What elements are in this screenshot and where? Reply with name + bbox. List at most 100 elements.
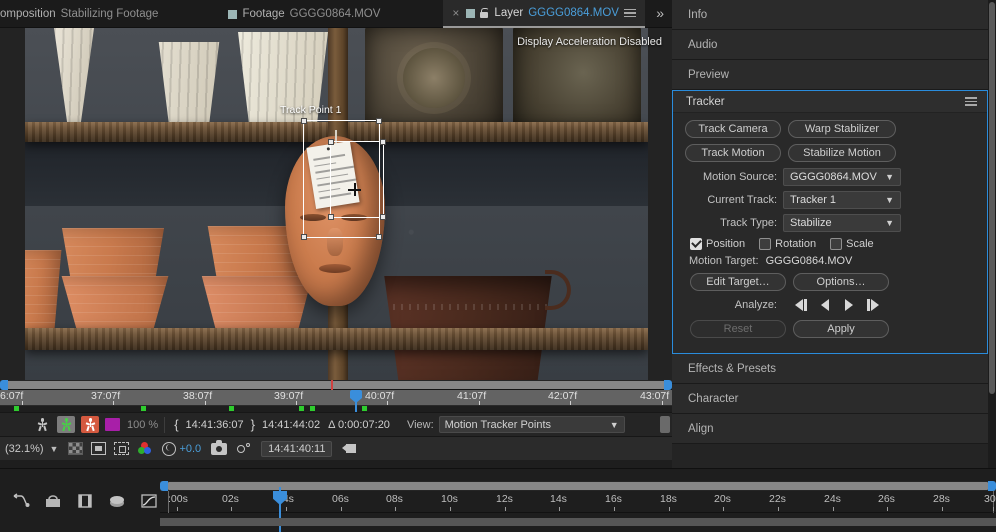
chevron-down-icon[interactable]: ▼ — [50, 444, 59, 454]
overflow-chevron-icon[interactable]: » — [656, 6, 664, 20]
rotation-checkbox[interactable] — [759, 238, 772, 250]
track-type-dropdown[interactable]: Stabilize ▼ — [783, 214, 901, 232]
transparency-grid-icon[interactable] — [68, 442, 84, 455]
ruler-tick-label: 41:07f — [457, 390, 487, 402]
panel-character[interactable]: Character — [672, 384, 988, 414]
roi-icon[interactable] — [114, 442, 130, 455]
viewer-tab-bar: omposition Stabilizing Footage Footage G… — [0, 0, 672, 28]
walk-draft-icon[interactable] — [33, 416, 51, 433]
panel-menu-icon[interactable] — [965, 95, 977, 108]
scale-checkbox[interactable] — [830, 238, 843, 250]
tracker-button-row-1: Track Camera Warp Stabilizer — [685, 120, 977, 138]
reset-button[interactable]: Reset — [690, 320, 786, 338]
tab-layer[interactable]: × Layer GGGG0864.MOV — [443, 0, 645, 28]
graph-editor-icon[interactable] — [140, 492, 158, 510]
chevron-down-icon: ▼ — [885, 218, 894, 228]
mask-icon[interactable] — [44, 492, 62, 510]
channel-rgb-icon[interactable] — [138, 442, 153, 455]
motion-source-label: Motion Source: — [703, 171, 777, 183]
track-attach-point-icon[interactable] — [348, 183, 361, 196]
right-panel-scrollbar-thumb[interactable] — [989, 2, 995, 394]
edit-target-button[interactable]: Edit Target… — [690, 273, 786, 291]
lock-icon[interactable] — [480, 7, 490, 19]
panel-audio-label: Audio — [688, 38, 718, 51]
exposure-value[interactable]: +0.0 — [179, 443, 201, 455]
keyframe-marker[interactable] — [229, 406, 234, 411]
timeline-bottom-scrollbar-thumb[interactable] — [160, 518, 996, 526]
panel-menu-icon[interactable] — [623, 6, 636, 19]
tab-composition[interactable]: omposition Stabilizing Footage — [0, 0, 167, 28]
close-icon[interactable]: × — [452, 7, 459, 19]
walk-adaptive-icon[interactable] — [57, 416, 75, 433]
walk-fast-icon[interactable] — [81, 416, 99, 433]
in-brace-icon[interactable]: { — [171, 417, 181, 432]
current-time-field[interactable]: 14:41:40:11 — [261, 440, 333, 457]
timeline-tick-mark — [887, 507, 888, 511]
exposure-icon[interactable] — [162, 441, 177, 456]
keyframe-marker[interactable] — [362, 406, 367, 411]
panel-align-label: Align — [688, 422, 714, 435]
ruler-scroll-right-handle[interactable] — [664, 380, 672, 390]
timeline-tick-label: 28s — [933, 493, 950, 505]
time-ruler[interactable]: 6:07f 37:07f 38:07f 39:07f 40:07f 41:07f 42:07… — [0, 390, 672, 406]
timeline-bottom-scrollbar[interactable] — [160, 518, 996, 526]
analyze-1-back-icon[interactable] — [789, 297, 813, 313]
ruler-tick-mark — [387, 401, 388, 405]
film-icon[interactable] — [76, 492, 94, 510]
keyframe-marker[interactable] — [14, 406, 19, 411]
motion-source-dropdown[interactable]: GGGG0864.MOV ▼ — [783, 168, 901, 186]
timeline-tick-label: 16s — [605, 493, 622, 505]
track-motion-button[interactable]: Track Motion — [685, 144, 781, 162]
in-point-time[interactable]: 14:41:36:07 — [182, 419, 248, 431]
channel-swatch-icon[interactable] — [105, 418, 120, 431]
panel-info[interactable]: Info — [672, 0, 988, 30]
track-camera-button[interactable]: Track Camera — [685, 120, 781, 138]
tab-footage[interactable]: Footage GGGG0864.MOV — [219, 0, 389, 28]
panel-preview[interactable]: Preview — [672, 60, 988, 90]
viewer-toolbar-row-1: 100 % { 14:41:36:07 } 14:41:44:02 Δ 0:00… — [0, 412, 672, 436]
analyze-1-forward-icon[interactable] — [861, 297, 885, 313]
out-brace-icon[interactable]: } — [248, 417, 258, 432]
duration-time: Δ 0:00:07:20 — [328, 418, 390, 431]
ruler-tick-label: 38:07f — [183, 390, 213, 402]
timeline-tick-mark — [341, 507, 342, 511]
timeline-scroll-right-handle[interactable] — [988, 481, 996, 491]
region-icon[interactable] — [91, 442, 107, 455]
motion-source-row: Motion Source: GGGG0864.MOV ▼ — [685, 168, 977, 186]
flag-icon[interactable] — [342, 442, 358, 456]
layers-icon[interactable] — [108, 492, 126, 510]
keyframe-marker[interactable] — [310, 406, 315, 411]
right-panel-scrollbar[interactable] — [988, 0, 996, 468]
analyze-forward-icon[interactable] — [837, 297, 861, 313]
timeline-scroll-left-handle[interactable] — [160, 481, 168, 491]
motion-path-icon[interactable] — [12, 492, 30, 510]
tracker-header[interactable]: Tracker — [673, 91, 987, 113]
keyframe-marker[interactable] — [141, 406, 146, 411]
panel-character-label: Character — [688, 392, 739, 405]
panel-align[interactable]: Align — [672, 414, 988, 444]
snapshot-icon[interactable] — [211, 439, 228, 455]
keyframe-marker[interactable] — [299, 406, 304, 411]
options-button[interactable]: Options… — [793, 273, 889, 291]
timeline-tick-label: 30s — [984, 493, 996, 505]
show-snapshot-icon[interactable] — [237, 442, 253, 455]
view-dropdown[interactable]: Motion Tracker Points ▼ — [438, 416, 625, 433]
stabilize-motion-button[interactable]: Stabilize Motion — [788, 144, 896, 162]
apply-button[interactable]: Apply — [793, 320, 889, 338]
ruler-scrollbar[interactable] — [0, 380, 672, 390]
track-feature-region[interactable] — [328, 139, 386, 220]
panel-preview-label: Preview — [688, 68, 729, 81]
panel-effects-presets[interactable]: Effects & Presets — [672, 354, 988, 384]
position-checkbox[interactable] — [690, 238, 702, 250]
layer-viewer[interactable]: Display Acceleration Disabled Track Poin… — [0, 28, 672, 380]
analyze-back-icon[interactable] — [813, 297, 837, 313]
panel-audio[interactable]: Audio — [672, 30, 988, 60]
render-toggle-icon[interactable] — [660, 416, 670, 433]
ruler-scroll-left-handle[interactable] — [0, 380, 8, 390]
panel-info-label: Info — [688, 8, 708, 21]
zoom-level-value[interactable]: (32.1%) — [5, 443, 44, 455]
out-point-time[interactable]: 14:41:44:02 — [258, 419, 324, 431]
current-track-dropdown[interactable]: Tracker 1 ▼ — [783, 191, 901, 209]
warp-stabilizer-button[interactable]: Warp Stabilizer — [788, 120, 896, 138]
tab-layer-name: GGGG0864.MOV — [528, 7, 619, 19]
